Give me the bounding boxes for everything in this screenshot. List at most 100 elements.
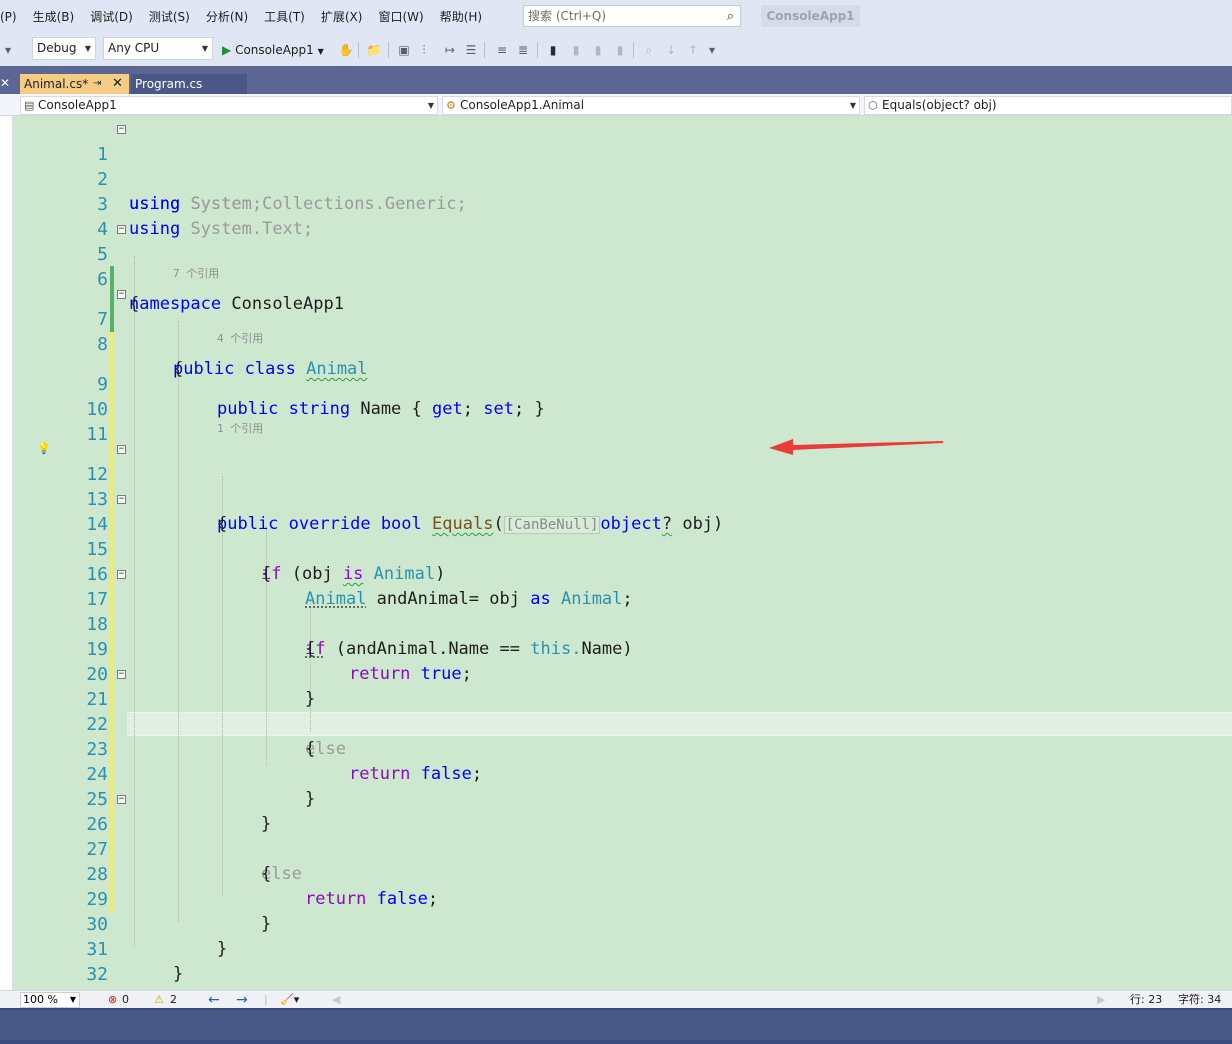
code-line: 20 } — [13, 637, 1232, 709]
folder-search-icon[interactable]: 📁 — [366, 42, 382, 58]
toolbar-overflow-icon[interactable]: ▾ — [704, 42, 720, 58]
type-dropdown[interactable]: ⚙ ConsoleApp1.Animal ▼ — [442, 96, 860, 115]
toolbar-separator — [388, 42, 389, 58]
arrow-down-icon[interactable]: ↓ — [663, 42, 679, 58]
code-line: 2 using System.Collections.Generic; — [13, 142, 1232, 214]
platform-select[interactable]: Any CPU ▼ — [103, 37, 213, 60]
code-line: 33 — [13, 962, 1232, 990]
menu-test[interactable]: 测试(S) — [141, 0, 198, 34]
close-icon[interactable]: ✕ — [112, 74, 123, 94]
code-line: 29 } — [13, 862, 1232, 934]
codelens-references[interactable]: 1 个引用 — [217, 422, 263, 436]
type-dropdown-value: ConsoleApp1.Animal — [460, 98, 585, 112]
codelens-references[interactable]: 7 个引用 — [173, 267, 219, 281]
menu-extensions[interactable]: 扩展(X) — [313, 0, 371, 34]
code-line: 21 − else — [13, 662, 1232, 760]
collapse-icon[interactable]: − — [117, 495, 126, 504]
menu-debug[interactable]: 调试(D) — [82, 0, 141, 34]
collapse-icon[interactable]: − — [117, 795, 126, 804]
code-editor[interactable]: 💡 7 个引用 4 个引用 1 个引用 1 − using System; 2 … — [13, 116, 1232, 990]
start-debug-button[interactable]: ▶ ConsoleApp1 ▼ — [222, 34, 324, 66]
collapse-icon[interactable]: − — [117, 125, 126, 134]
toolbar-overflow-icon[interactable]: ▾ — [0, 42, 16, 58]
code-line: 32 } — [13, 937, 1232, 990]
menu-project[interactable]: (P) — [0, 0, 25, 34]
platform-value: Any CPU — [108, 41, 160, 55]
warning-icon[interactable]: ⚠ — [154, 991, 164, 1009]
zoom-value: 100 % — [23, 993, 58, 1006]
code-line: 6 { — [13, 242, 1232, 314]
cleanup-icon[interactable]: 🧹▾ — [280, 991, 299, 1009]
line-indicator: 行: 23 — [1130, 993, 1163, 1006]
code-line: 14 − if (obj is Animal) — [13, 487, 1232, 585]
tab-program-cs[interactable]: Program.cs — [131, 74, 247, 94]
step-icon[interactable]: ⫶ — [416, 42, 432, 58]
toolbar-separator — [633, 42, 634, 58]
format-icon[interactable]: ↦ — [442, 42, 458, 58]
chevron-down-icon: ▼ — [84, 44, 91, 53]
collapse-icon[interactable]: − — [117, 290, 126, 299]
prev-bookmark-icon[interactable]: ▮ — [568, 42, 584, 58]
start-debug-label: ConsoleApp1 — [235, 43, 314, 57]
left-splitter — [0, 116, 13, 990]
chevron-down-icon: ▼ — [427, 101, 434, 110]
configuration-select[interactable]: Debug ▼ — [32, 37, 96, 60]
arrow-up-icon[interactable]: ↑ — [685, 42, 701, 58]
warning-count[interactable]: 2 — [170, 991, 177, 1009]
close-icon[interactable]: ✕ — [0, 76, 10, 90]
code-line: 7 − public class Animal — [13, 282, 1232, 380]
error-count[interactable]: 0 — [122, 991, 129, 1009]
code-line: 25 } — [13, 762, 1232, 834]
codelens-references[interactable]: 4 个引用 — [217, 332, 263, 346]
next-bookmark-icon[interactable]: ▮ — [590, 42, 606, 58]
member-dropdown[interactable]: ⬡ Equals(object? obj) — [864, 96, 1232, 115]
collapse-icon[interactable]: − — [117, 570, 126, 579]
code-line: 31 } — [13, 912, 1232, 984]
navigate-forward-icon[interactable]: → — [236, 991, 248, 1009]
menu-analyze[interactable]: 分析(N) — [198, 0, 256, 34]
code-line: 5 − namespace ConsoleApp1 — [13, 217, 1232, 315]
tab-animal-cs[interactable]: Animal.cs* ⇥ ✕ — [20, 74, 129, 94]
code-line: 9 public string Name { get; set; } — [13, 347, 1232, 419]
comment-icon[interactable]: ≡ — [494, 42, 510, 58]
collapse-icon[interactable]: − — [117, 445, 126, 454]
clear-bookmark-icon[interactable]: ▮ — [612, 42, 628, 58]
scroll-left-icon[interactable]: ◀ — [332, 991, 340, 1009]
toolbar-separator — [484, 42, 485, 58]
menu-help[interactable]: 帮助(H) — [432, 0, 490, 34]
pin-icon[interactable]: ⇥ — [93, 74, 101, 94]
zoom-select[interactable]: 100 % ▼ — [20, 992, 80, 1008]
code-line: 30 } — [13, 887, 1232, 959]
uncomment-icon[interactable]: ≣ — [515, 42, 531, 58]
collapse-icon[interactable]: − — [117, 670, 126, 679]
code-line: 1 − using System; — [13, 117, 1232, 215]
code-line: 28 return false; — [13, 837, 1232, 909]
hot-reload-icon[interactable]: ✋ — [338, 42, 354, 58]
scroll-right-icon[interactable]: ▶ — [1097, 991, 1105, 1009]
toolbar: ▾ Debug ▼ Any CPU ▼ ▶ ConsoleApp1 ▼ ✋ 📁 … — [0, 34, 1232, 66]
menu-window[interactable]: 窗口(W) — [370, 0, 431, 34]
screenshot-icon[interactable]: ▣ — [396, 42, 412, 58]
code-line: 15 { — [13, 512, 1232, 584]
code-line: 12 − public override bool Equals([CanBeN… — [13, 437, 1232, 534]
navigate-back-icon[interactable]: ← — [208, 991, 220, 1009]
find-icon[interactable]: ⌕ — [641, 42, 657, 58]
collapse-icon[interactable]: − — [117, 225, 126, 234]
annotation-arrow — [769, 439, 943, 455]
play-icon: ▶ — [222, 43, 232, 57]
chevron-down-icon: ▼ — [317, 47, 324, 56]
chevron-down-icon: ▼ — [69, 995, 76, 1004]
toolbar-separator — [358, 42, 359, 58]
code-line: 22 { — [13, 687, 1232, 759]
search-input[interactable]: 搜索 (Ctrl+Q) ⌕ — [523, 5, 741, 27]
pages-icon[interactable]: ☰ — [463, 42, 479, 58]
tab-label: Program.cs — [135, 77, 203, 91]
error-icon[interactable]: ⊗ — [108, 991, 117, 1009]
bookmark-icon[interactable]: ▮ — [545, 42, 561, 58]
menu-build[interactable]: 生成(B) — [25, 0, 83, 34]
status-separator: | — [264, 993, 268, 1006]
project-dropdown[interactable]: ▤ ConsoleApp1 ▼ — [20, 96, 438, 115]
menu-tools[interactable]: 工具(T) — [256, 0, 313, 34]
bottom-panel-band — [0, 1008, 1232, 1044]
bottom-panel-inner — [0, 1010, 1232, 1040]
